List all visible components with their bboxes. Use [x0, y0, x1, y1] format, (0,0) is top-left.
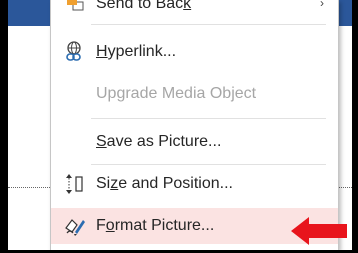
- menu-item-label: Save as Picture...: [96, 133, 222, 150]
- context-menu: Send to Back › Hyperlink... Upgrade Medi…: [50, 0, 339, 250]
- menu-item-save-as-picture[interactable]: Save as Picture...: [51, 124, 338, 160]
- frame-border-left: [0, 0, 8, 253]
- red-arrow-annotation: [291, 217, 347, 245]
- slide-boundary-left: [8, 187, 50, 188]
- menu-item-label: Hyperlink...: [96, 43, 177, 60]
- separator: [91, 164, 326, 165]
- separator: [91, 118, 326, 119]
- hyperlink-icon: [62, 39, 88, 65]
- submenu-arrow-icon: ›: [320, 0, 324, 10]
- size-position-icon: [62, 171, 88, 197]
- separator: [91, 24, 326, 25]
- send-to-back-icon: [62, 0, 88, 17]
- menu-item-upgrade-media-object: Upgrade Media Object: [51, 76, 338, 112]
- format-picture-icon: [62, 213, 88, 239]
- menu-item-send-to-back[interactable]: Send to Back ›: [51, 0, 338, 22]
- menu-item-hyperlink[interactable]: Hyperlink...: [51, 34, 338, 70]
- menu-item-label: Size and Position...: [96, 175, 233, 192]
- menu-item-label: Format Picture...: [96, 217, 215, 234]
- menu-item-label: Send to Back: [96, 0, 192, 12]
- slide-boundary-right: [337, 187, 352, 188]
- menu-item-label: Upgrade Media Object: [96, 85, 257, 102]
- menu-item-size-and-position[interactable]: Size and Position...: [51, 166, 338, 202]
- frame-border-right: [352, 0, 358, 253]
